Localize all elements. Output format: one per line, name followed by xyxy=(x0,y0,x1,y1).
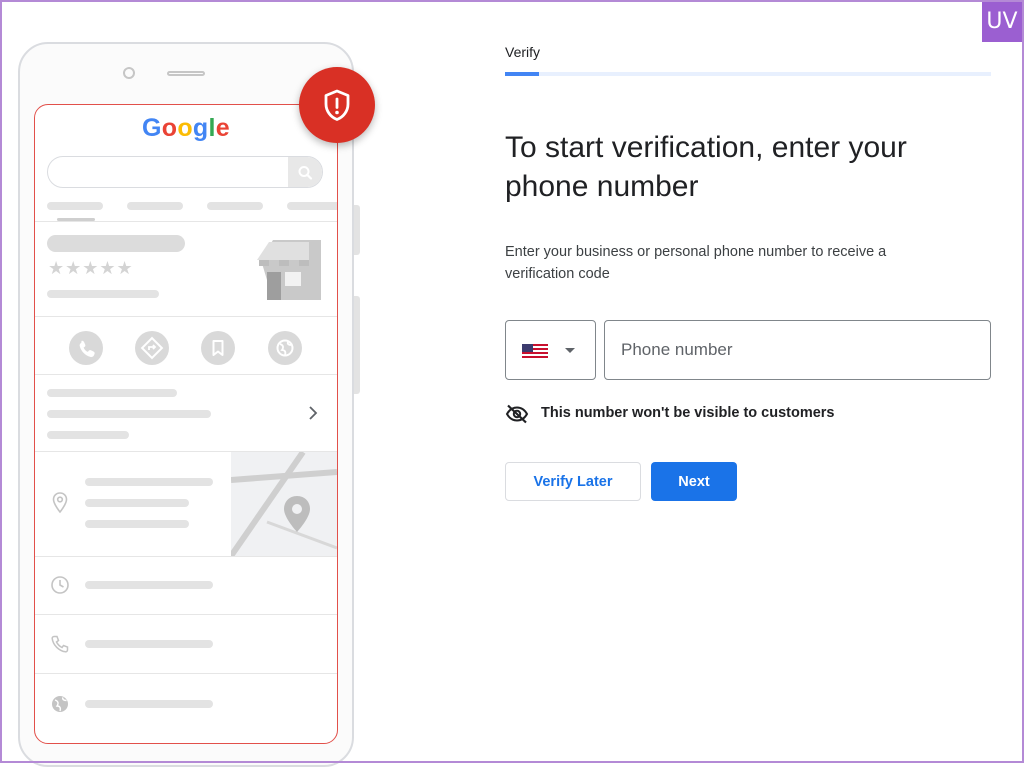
logo-letter: l xyxy=(208,114,216,142)
placeholder-bar xyxy=(85,520,189,528)
call-action-icon xyxy=(69,331,103,365)
us-flag-icon xyxy=(522,344,548,358)
logo-letter: o xyxy=(177,114,193,142)
visibility-note: This number won't be visible to customer… xyxy=(541,405,835,421)
map-illustration xyxy=(231,452,337,556)
placeholder-bar xyxy=(127,202,183,210)
placeholder-bar xyxy=(85,700,213,708)
verify-later-button[interactable]: Verify Later xyxy=(505,462,641,501)
phone-icon xyxy=(51,635,69,653)
page-title: To start verification, enter your phone … xyxy=(505,131,907,203)
step-label: Verify xyxy=(505,44,541,60)
globe-icon xyxy=(52,696,68,712)
bookmark-action-icon xyxy=(201,331,235,365)
next-button[interactable]: Next xyxy=(651,462,737,501)
placeholder-bar xyxy=(47,410,211,418)
placeholder-bar xyxy=(85,499,189,507)
placeholder-bar xyxy=(47,431,129,439)
phone-speaker xyxy=(167,71,205,76)
phone-side-button xyxy=(354,296,360,394)
placeholder-bar xyxy=(207,202,263,210)
logo-letter: e xyxy=(215,114,230,142)
search-icon xyxy=(298,166,313,180)
directions-action-icon xyxy=(135,331,169,365)
phone-side-button xyxy=(354,205,360,255)
progress-bar xyxy=(505,72,991,76)
logo-letter: G xyxy=(142,114,162,142)
phone-camera xyxy=(123,67,135,79)
divider xyxy=(35,374,337,375)
shield-alert-icon xyxy=(324,89,350,121)
divider xyxy=(35,316,337,317)
google-logo: Google xyxy=(34,114,338,143)
divider xyxy=(35,221,337,222)
placeholder-bar xyxy=(47,290,159,298)
country-code-select[interactable] xyxy=(505,320,596,380)
rating-stars: ★★★★★ xyxy=(48,258,134,279)
progress-bar-fill xyxy=(505,72,540,76)
phone-screen: ★★★★★ xyxy=(34,104,338,744)
mock-search-bar xyxy=(47,156,323,188)
security-badge xyxy=(299,67,375,143)
website-action-icon xyxy=(268,331,302,365)
placeholder-bar xyxy=(85,478,213,486)
watermark-logo: UV xyxy=(982,2,1022,42)
clock-icon xyxy=(51,576,69,594)
placeholder-bar xyxy=(47,389,177,397)
storefront-icon xyxy=(257,240,321,300)
placeholder-bar xyxy=(287,202,337,210)
divider xyxy=(35,673,337,674)
logo-letter: o xyxy=(161,114,178,142)
map-thumbnail xyxy=(231,452,337,556)
mock-search-button xyxy=(288,157,322,187)
divider xyxy=(35,556,337,557)
placeholder-bar xyxy=(47,202,103,210)
chevron-right-icon xyxy=(309,406,318,420)
placeholder-bar xyxy=(85,640,213,648)
placeholder-title xyxy=(47,235,185,252)
logo-letter: g xyxy=(192,114,209,142)
location-pin-icon xyxy=(52,492,68,514)
eye-off-icon xyxy=(505,404,529,424)
description-text: Enter your business or personal phone nu… xyxy=(505,244,887,282)
divider xyxy=(35,614,337,615)
dropdown-arrow-icon xyxy=(565,348,575,353)
phone-number-input[interactable] xyxy=(604,320,991,380)
placeholder-bar xyxy=(85,581,213,589)
